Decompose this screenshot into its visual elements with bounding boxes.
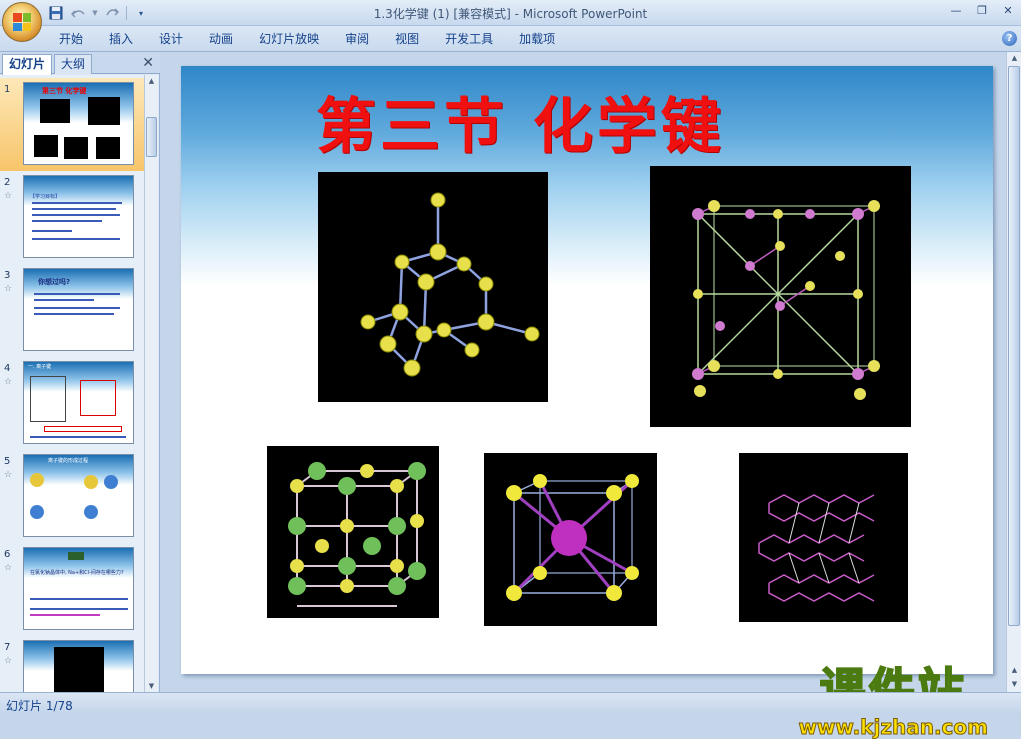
panel-close-icon[interactable]: ✕ — [142, 55, 154, 71]
slide-number: 5 — [4, 456, 11, 467]
thumbnail-slide-3[interactable]: 3 ☆ 你想过吗? — [0, 264, 144, 357]
thumbnail-slide-2[interactable]: 2 ☆ 【学习目标】 — [0, 171, 144, 264]
office-logo-icon — [13, 13, 31, 31]
diamond-structure-image[interactable] — [318, 172, 548, 402]
thumbnail-slide-4[interactable]: 4 ☆ 一. 离子键 — [0, 357, 144, 450]
ribbon: 开始 插入 设计 动画 幻灯片放映 审阅 视图 开发工具 加载项 ? — [0, 26, 1021, 52]
thumbnail-preview: 离子键的形成过程 — [23, 454, 134, 537]
thumbnail-text: 你想过吗? — [38, 278, 71, 286]
animation-star-icon: ☆ — [4, 563, 13, 573]
tab-slideshow[interactable]: 幻灯片放映 — [246, 30, 332, 48]
editor-scrollbar[interactable]: ▲ ▲ ▼ — [1006, 52, 1021, 692]
panel-tabs: 幻灯片 大纲 ✕ — [0, 52, 160, 75]
slide-number: 1 — [4, 84, 11, 95]
graphite-layers-image[interactable] — [739, 453, 908, 622]
slide-title[interactable]: 第三节 化学键 — [316, 78, 725, 165]
title-bar: ▼ ▾ 1.3化学键 (1) [兼容模式] - Microsoft PowerP… — [0, 0, 1021, 42]
slide-editor: 第三节 化学键 课件站 www.kjzhan.com — [161, 52, 1006, 739]
scroll-up-icon[interactable]: ▲ — [1009, 52, 1020, 64]
thumbnail-slide-1[interactable]: 1 第三节 化学键 — [0, 78, 144, 171]
tab-animations[interactable]: 动画 — [196, 30, 246, 48]
scroll-down-icon[interactable]: ▼ — [146, 680, 157, 692]
ribbon-tabs: 开始 插入 设计 动画 幻灯片放映 审阅 视图 开发工具 加载项 — [46, 30, 568, 48]
thumbnail-text: 在氯化钠晶体中, Na+和Cl-间存在哪些力? — [30, 570, 124, 576]
animation-star-icon: ☆ — [4, 656, 13, 666]
window-controls: — ❐ ✕ — [943, 0, 1021, 20]
office-button[interactable] — [2, 2, 42, 42]
thumbnail-preview: 在氯化钠晶体中, Na+和Cl-间存在哪些力? — [23, 547, 134, 630]
tab-developer[interactable]: 开发工具 — [432, 30, 506, 48]
slide-number: 2 — [4, 177, 11, 188]
slide-number: 6 — [4, 549, 11, 560]
thumbnail-slide-6[interactable]: 6 ☆ 在氯化钠晶体中, Na+和Cl-间存在哪些力? — [0, 543, 144, 636]
slide-number: 3 — [4, 270, 11, 281]
scroll-thumb[interactable] — [146, 117, 157, 157]
thumbnail-text: 离子键的形成过程 — [48, 458, 89, 464]
thumbnail-scrollbar[interactable]: ▲ ▼ — [144, 75, 158, 692]
slide-number: 4 — [4, 363, 11, 374]
thumbnail-list: 1 第三节 化学键 2 ☆ 【学习目标】 3 ☆ 你想过吗? 4 ☆ 一. 离子… — [0, 75, 144, 692]
tab-outline[interactable]: 大纲 — [54, 54, 93, 74]
thumbnail-preview: 你想过吗? — [23, 268, 134, 351]
thumbnail-title: 第三节 化学键 — [42, 87, 87, 95]
cscl-lattice-image[interactable] — [484, 453, 657, 626]
tab-home[interactable]: 开始 — [46, 30, 96, 48]
status-bar: 幻灯片 1/78 — [0, 692, 1021, 714]
thumbnail-preview: 第三节 化学键 — [23, 82, 134, 165]
nacl-lattice-image[interactable] — [267, 446, 439, 618]
thumbnail-preview: 一. 离子键 — [23, 361, 134, 444]
slide-number: 7 — [4, 642, 11, 653]
thumbnail-slide-5[interactable]: 5 ☆ 离子键的形成过程 — [0, 450, 144, 543]
animation-star-icon: ☆ — [4, 284, 13, 294]
scroll-thumb[interactable] — [1008, 66, 1020, 626]
slide-canvas[interactable]: 第三节 化学键 — [181, 66, 993, 674]
minimize-icon[interactable]: — — [943, 0, 969, 20]
tab-slides[interactable]: 幻灯片 — [2, 54, 53, 75]
tab-addins[interactable]: 加载项 — [506, 30, 568, 48]
thumbnail-text: 一. 离子键 — [28, 364, 52, 370]
help-icon[interactable]: ? — [1002, 31, 1017, 46]
thumbnail-preview — [23, 640, 134, 692]
animation-star-icon: ☆ — [4, 470, 13, 480]
window-title: 1.3化学键 (1) [兼容模式] - Microsoft PowerPoint — [373, 7, 648, 21]
thumbnail-text: 【学习目标】 — [30, 194, 61, 200]
prev-slide-icon[interactable]: ▲ — [1009, 664, 1020, 676]
thumbnail-preview: 【学习目标】 — [23, 175, 134, 258]
animation-star-icon: ☆ — [4, 377, 13, 387]
next-slide-icon[interactable]: ▼ — [1009, 678, 1020, 690]
slide-counter: 幻灯片 1/78 — [6, 699, 73, 713]
scroll-up-icon[interactable]: ▲ — [146, 75, 157, 87]
cubic-lattice-image[interactable] — [650, 166, 911, 427]
tab-review[interactable]: 审阅 — [332, 30, 382, 48]
close-icon[interactable]: ✕ — [995, 0, 1021, 20]
tab-view[interactable]: 视图 — [382, 30, 432, 48]
restore-icon[interactable]: ❐ — [969, 0, 995, 20]
thumbnail-slide-7[interactable]: 7 ☆ — [0, 636, 144, 692]
watermark-url: www.kjzhan.com — [798, 715, 989, 739]
slides-panel: 幻灯片 大纲 ✕ 1 第三节 化学键 2 ☆ 【学习目标】 3 ☆ 你想过吗? … — [0, 52, 160, 692]
tab-design[interactable]: 设计 — [146, 30, 196, 48]
animation-star-icon: ☆ — [4, 191, 13, 201]
tab-insert[interactable]: 插入 — [96, 30, 146, 48]
